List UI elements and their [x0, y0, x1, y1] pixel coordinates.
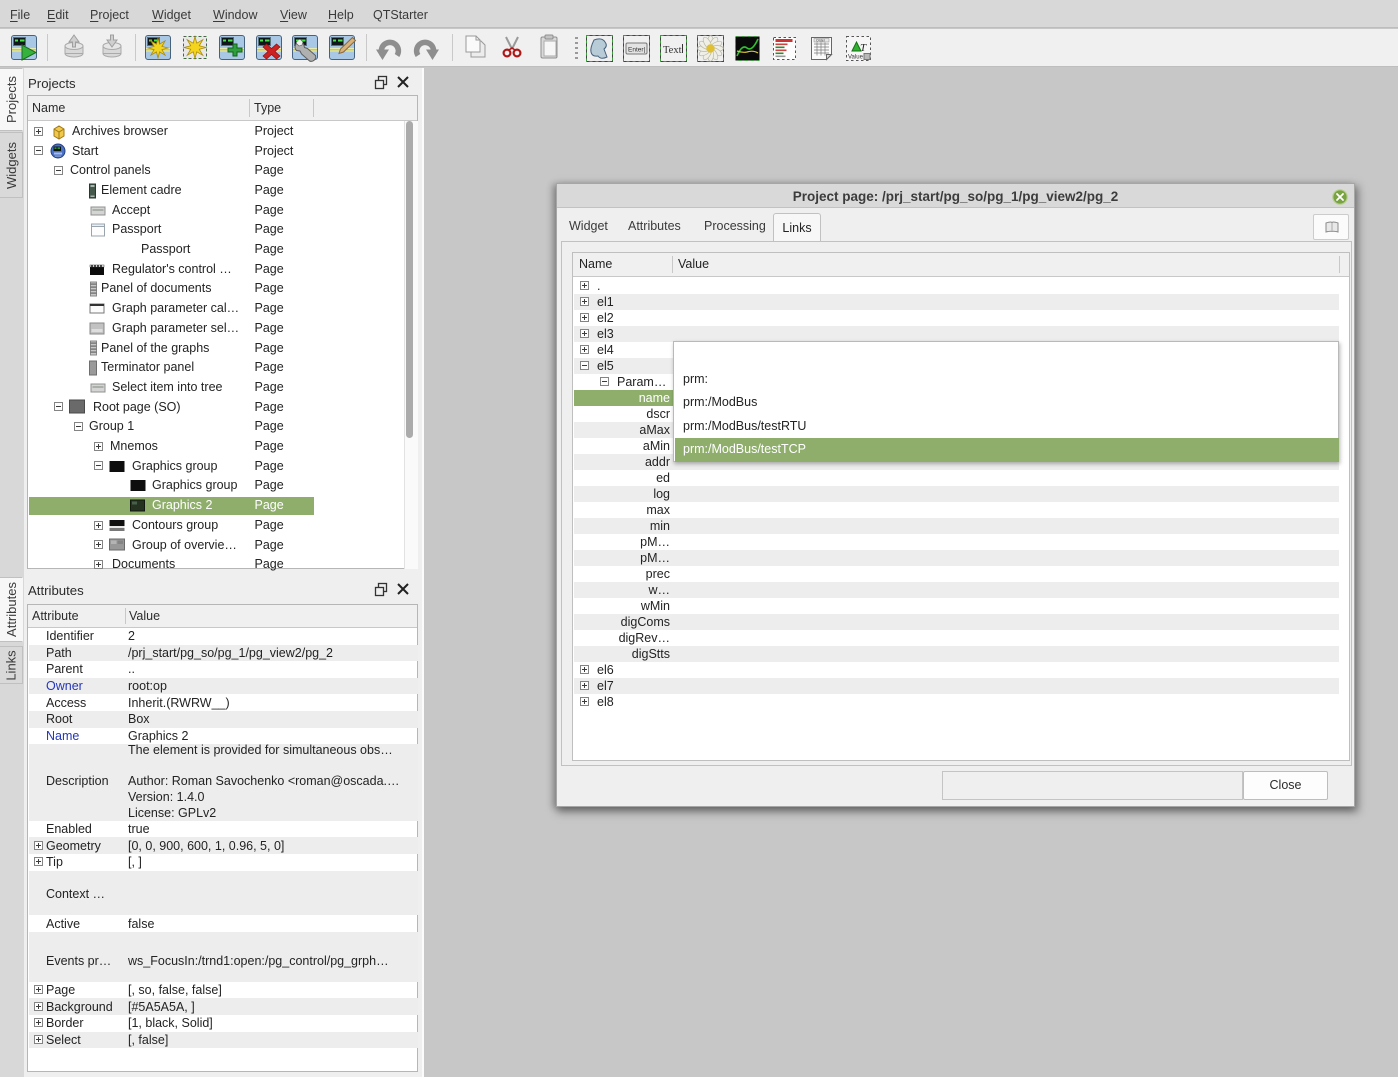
svg-text:Enter|: Enter| — [628, 47, 646, 54]
svg-text:Order: Order — [816, 39, 826, 43]
svg-text:Text: Text — [663, 45, 682, 56]
svg-text:Value: Value — [848, 55, 864, 61]
svg-text:T: T — [860, 42, 867, 54]
